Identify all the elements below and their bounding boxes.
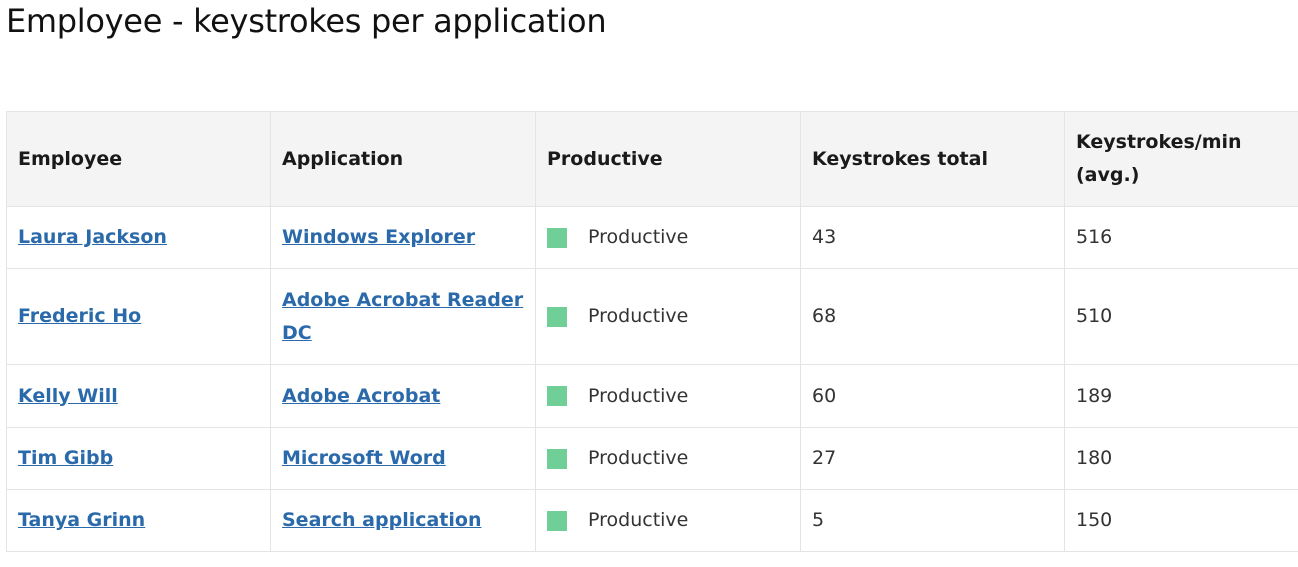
table-row: Tim Gibb Microsoft Word Productive 27 18…	[6, 427, 1298, 490]
productive-label: Productive	[588, 226, 689, 248]
table-row: Frederic Ho Adobe Acrobat Reader DC Prod…	[6, 268, 1298, 365]
keystrokes-per-min-cell: 150	[1064, 489, 1298, 552]
application-link[interactable]: Windows Explorer	[282, 226, 475, 248]
keystrokes-total-cell: 68	[800, 268, 1065, 365]
keystrokes-per-min-cell: 516	[1064, 206, 1298, 269]
keystrokes-total-cell: 43	[800, 206, 1065, 269]
keystrokes-per-min-cell: 180	[1064, 427, 1298, 490]
header-employee[interactable]: Employee	[6, 111, 271, 207]
keystrokes-table: Employee Application Productive Keystrok…	[6, 111, 1298, 552]
header-keystrokes-per-min-label: Keystrokes/min (avg.)	[1076, 131, 1242, 186]
table-row: Tanya Grinn Search application Productiv…	[6, 489, 1298, 552]
productive-label: Productive	[588, 305, 689, 327]
header-keystrokes-per-min[interactable]: Keystrokes/min (avg.)	[1064, 111, 1298, 207]
productive-label: Productive	[588, 384, 689, 407]
keystrokes-total-cell: 27	[800, 427, 1065, 490]
application-link[interactable]: Microsoft Word	[282, 447, 446, 469]
productive-status-indicator	[547, 386, 567, 406]
header-keystrokes-total[interactable]: Keystrokes total	[800, 111, 1065, 207]
productive-status-indicator	[547, 306, 567, 327]
productive-status-indicator	[547, 227, 567, 248]
header-application[interactable]: Application	[270, 111, 536, 207]
application-link[interactable]: Adobe Acrobat	[282, 385, 440, 407]
keystrokes-per-min-cell: 189	[1064, 364, 1298, 428]
employee-link[interactable]: Tanya Grinn	[18, 509, 145, 531]
employee-link[interactable]: Tim Gibb	[18, 447, 113, 469]
table-row: Laura Jackson Windows Explorer Productiv…	[6, 206, 1298, 269]
application-link[interactable]: Search application	[282, 509, 481, 531]
productive-label: Productive	[588, 447, 689, 469]
productive-status-indicator	[547, 448, 567, 469]
employee-link[interactable]: Laura Jackson	[18, 226, 167, 248]
productive-status-indicator	[547, 510, 567, 531]
keystrokes-per-min-cell: 510	[1064, 268, 1298, 365]
table-row: Kelly Will Adobe Acrobat Productive 60 1…	[6, 364, 1298, 428]
header-row: Employee Application Productive Keystrok…	[6, 111, 1298, 207]
employee-link[interactable]: Kelly Will	[18, 385, 118, 407]
page-title: Employee - keystrokes per application	[6, 2, 607, 40]
header-productive[interactable]: Productive	[535, 111, 801, 207]
keystrokes-total-cell: 60	[800, 364, 1065, 428]
productive-label: Productive	[588, 509, 689, 531]
application-link[interactable]: Adobe Acrobat Reader DC	[282, 289, 523, 344]
keystrokes-total-cell: 5	[800, 489, 1065, 552]
employee-link[interactable]: Frederic Ho	[18, 305, 141, 327]
